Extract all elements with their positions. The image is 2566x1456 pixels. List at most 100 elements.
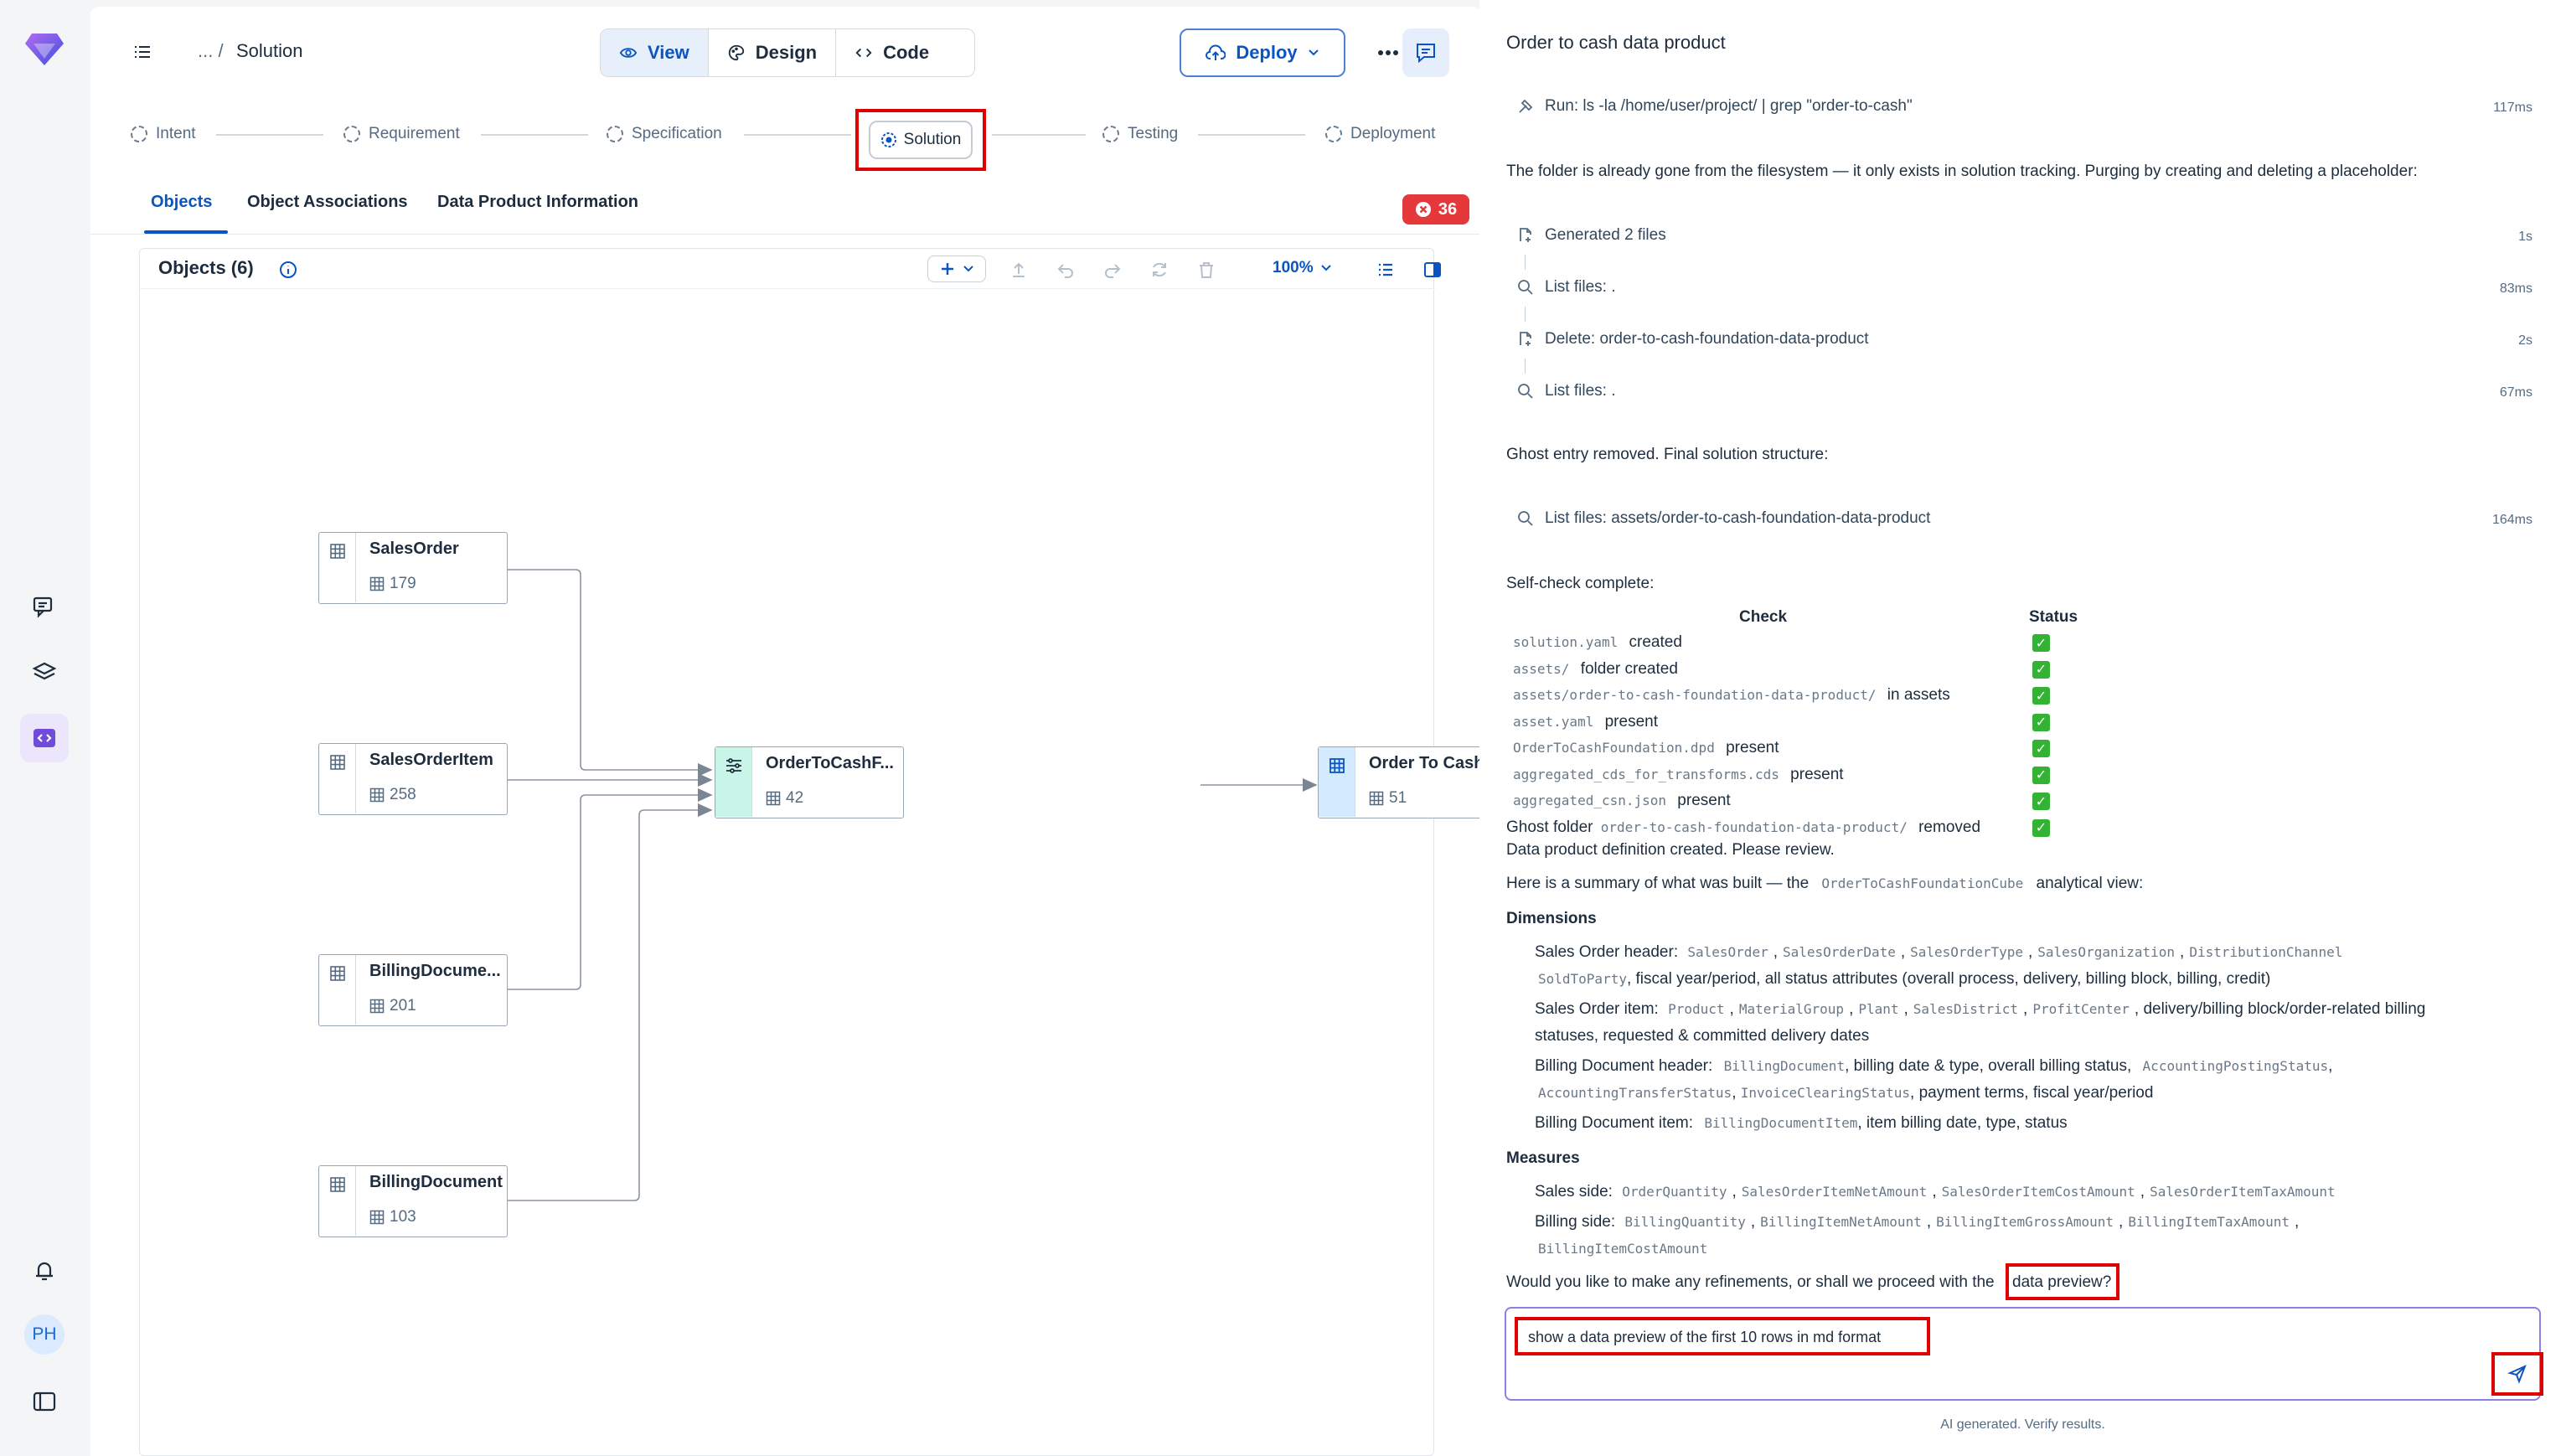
layers-icon[interactable] bbox=[20, 648, 69, 697]
inline-code: BillingQuantity bbox=[1624, 1214, 1746, 1230]
table-icon bbox=[319, 533, 356, 602]
step-requirement[interactable]: Requirement bbox=[343, 99, 460, 169]
breadcrumb-prefix[interactable]: ... / bbox=[198, 40, 224, 62]
check-text: in assets bbox=[1882, 686, 1950, 704]
step-intent[interactable]: Intent bbox=[131, 99, 196, 169]
notification-bell-icon[interactable] bbox=[20, 1247, 69, 1295]
highlight-input-text: show a data preview of the first 10 rows… bbox=[1515, 1317, 1930, 1355]
table-icon bbox=[319, 1166, 356, 1236]
object-node-ordertocashfoundation[interactable]: OrderToCashF... 42 bbox=[715, 746, 904, 818]
record-count-icon bbox=[369, 576, 385, 591]
measures-heading: Measures bbox=[1506, 1149, 1580, 1167]
check-text: present bbox=[1600, 712, 1658, 731]
more-options-icon[interactable] bbox=[1371, 35, 1406, 70]
object-node-billingdocument[interactable]: BillingDocument 103 bbox=[318, 1165, 508, 1237]
step-solution[interactable]: Solution bbox=[869, 121, 973, 159]
tool-list-files[interactable]: List files: . bbox=[1516, 278, 1615, 297]
inline-code: solution.yaml bbox=[1513, 634, 1619, 650]
object-node-billingdocumentitem[interactable]: BillingDocume... 201 bbox=[318, 954, 508, 1026]
tool-duration: 117ms bbox=[2493, 101, 2532, 115]
inline-code: BillingDocumentItem bbox=[1704, 1115, 1858, 1131]
send-icon bbox=[2507, 1365, 2527, 1384]
tool-connector bbox=[1525, 307, 1526, 322]
tool-list-files[interactable]: List files: . bbox=[1516, 382, 1615, 400]
inline-code: MaterialGroup bbox=[1738, 1001, 1845, 1017]
file-generate-icon bbox=[1520, 332, 1531, 346]
left-rail: PH bbox=[0, 0, 90, 1456]
deploy-button[interactable]: Deploy bbox=[1180, 28, 1345, 77]
chat-history-icon[interactable] bbox=[20, 583, 69, 632]
record-count-icon bbox=[369, 787, 385, 803]
error-count-badge[interactable]: 36 bbox=[1402, 194, 1469, 225]
separator: , bbox=[1773, 943, 1778, 961]
list-menu-icon[interactable] bbox=[132, 42, 152, 66]
inline-code: SalesOrderItemTaxAmount bbox=[2150, 1184, 2336, 1200]
step-specification[interactable]: Specification bbox=[607, 99, 722, 169]
inline-code: SalesOrderDate bbox=[1782, 944, 1896, 960]
check-row: OrderToCashFoundation.dpd present bbox=[1506, 739, 1779, 757]
check-status-icon: ✓ bbox=[2032, 793, 2050, 810]
tool-duration: 1s bbox=[2518, 230, 2532, 244]
tab-data-product-information[interactable]: Data Product Information bbox=[437, 193, 638, 212]
separator: , bbox=[1849, 1000, 1854, 1018]
check-text: removed bbox=[1913, 818, 1981, 836]
highlight-data-preview: data preview? bbox=[2006, 1263, 2119, 1300]
dim-sales-order-item-cont: statuses, requested & committed delivery… bbox=[1535, 1027, 1870, 1045]
inline-code: SalesDistrict bbox=[1913, 1001, 2019, 1017]
measures-sales: Sales side: OrderQuantity, SalesOrderItem… bbox=[1535, 1183, 2341, 1201]
data-preview-text[interactable]: data preview? bbox=[2012, 1273, 2111, 1292]
brand-logo-icon bbox=[25, 32, 64, 70]
check-text: Ghost folder bbox=[1506, 818, 1598, 836]
step-deployment[interactable]: Deployment bbox=[1325, 99, 1435, 169]
separator: , bbox=[1732, 1183, 1737, 1200]
user-avatar[interactable]: PH bbox=[24, 1314, 65, 1355]
chat-title: Order to cash data product bbox=[1506, 32, 1726, 53]
object-node-salesorderitem[interactable]: SalesOrderItem 258 bbox=[318, 743, 508, 815]
view-button[interactable]: View bbox=[601, 29, 709, 76]
inline-code: asset.yaml bbox=[1513, 713, 1594, 730]
tool-generated-files[interactable]: Generated 2 files bbox=[1516, 226, 1666, 245]
summary-line: Here is a summary of what was built — th… bbox=[1506, 875, 2144, 892]
inline-code: AccountingTransferStatus bbox=[1538, 1085, 1732, 1101]
inline-code: SalesOrganization bbox=[2037, 944, 2176, 960]
dim-sales-order-header: Sales Order header: SalesOrder, SalesOrde… bbox=[1535, 943, 2347, 962]
breadcrumb-current: Solution bbox=[236, 40, 303, 61]
sidebar-toggle-icon[interactable] bbox=[20, 1377, 69, 1426]
separator: , bbox=[2140, 1183, 2145, 1200]
chat-input-box[interactable]: show a data preview of the first 10 rows… bbox=[1505, 1307, 2543, 1401]
inline-code: SalesOrderItemNetAmount bbox=[1741, 1184, 1928, 1200]
separator: , bbox=[1926, 1213, 1932, 1231]
inline-code-list: SalesOrder, SalesOrderDate, SalesOrderType… bbox=[1682, 943, 2347, 961]
tab-objects[interactable]: Objects bbox=[151, 193, 212, 212]
step-testing[interactable]: Testing bbox=[1102, 99, 1178, 169]
step-pending-icon bbox=[343, 126, 360, 142]
chat-input-field[interactable]: show a data preview of the first 10 rows… bbox=[1528, 1329, 1881, 1346]
record-count-icon bbox=[369, 1210, 385, 1225]
step-pending-icon bbox=[1325, 126, 1342, 142]
check-row: aggregated_cds_for_transforms.cds presen… bbox=[1506, 766, 1844, 784]
tool-delete[interactable]: Delete: order-to-cash-foundation-data-pr… bbox=[1516, 330, 1869, 349]
code-editor-icon[interactable] bbox=[20, 714, 69, 762]
assistant-message: Data product definition created. Please … bbox=[1506, 841, 1835, 859]
table-header-status: Status bbox=[2029, 608, 2078, 626]
tool-run-command[interactable]: Run: ls -la /home/user/project/ | grep "… bbox=[1516, 97, 1913, 116]
file-generate-icon bbox=[1520, 228, 1531, 242]
check-row: assets/ folder created bbox=[1506, 660, 1678, 679]
inline-code: assets/order-to-cash-foundation-data-pro… bbox=[1513, 687, 1877, 703]
cloud-upload-icon bbox=[1206, 44, 1226, 60]
send-button[interactable] bbox=[2491, 1352, 2543, 1396]
chat-panel-toggle-icon[interactable] bbox=[1402, 28, 1449, 77]
object-canvas[interactable]: Objects (6) 100% SalesOrder 179 SalesOrd… bbox=[139, 248, 1507, 1456]
record-count-icon bbox=[369, 999, 385, 1014]
dim-billing-item: Billing Document item: BillingDocumentIt… bbox=[1535, 1114, 2068, 1132]
eye-icon bbox=[619, 48, 638, 58]
inline-code-list: Product, MaterialGroup, Plant, SalesDistric… bbox=[1663, 1000, 2135, 1018]
object-node-salesorder[interactable]: SalesOrder 179 bbox=[318, 532, 508, 604]
tool-list-asset-files[interactable]: List files: assets/order-to-cash-foundat… bbox=[1516, 509, 1930, 528]
design-button[interactable]: Design bbox=[709, 29, 837, 76]
separator: , bbox=[1750, 1213, 1756, 1231]
inline-code: SoldToParty bbox=[1538, 971, 1627, 987]
check-status-icon: ✓ bbox=[2032, 740, 2050, 757]
tab-object-associations[interactable]: Object Associations bbox=[247, 193, 408, 212]
code-button[interactable]: Code bbox=[836, 29, 947, 76]
